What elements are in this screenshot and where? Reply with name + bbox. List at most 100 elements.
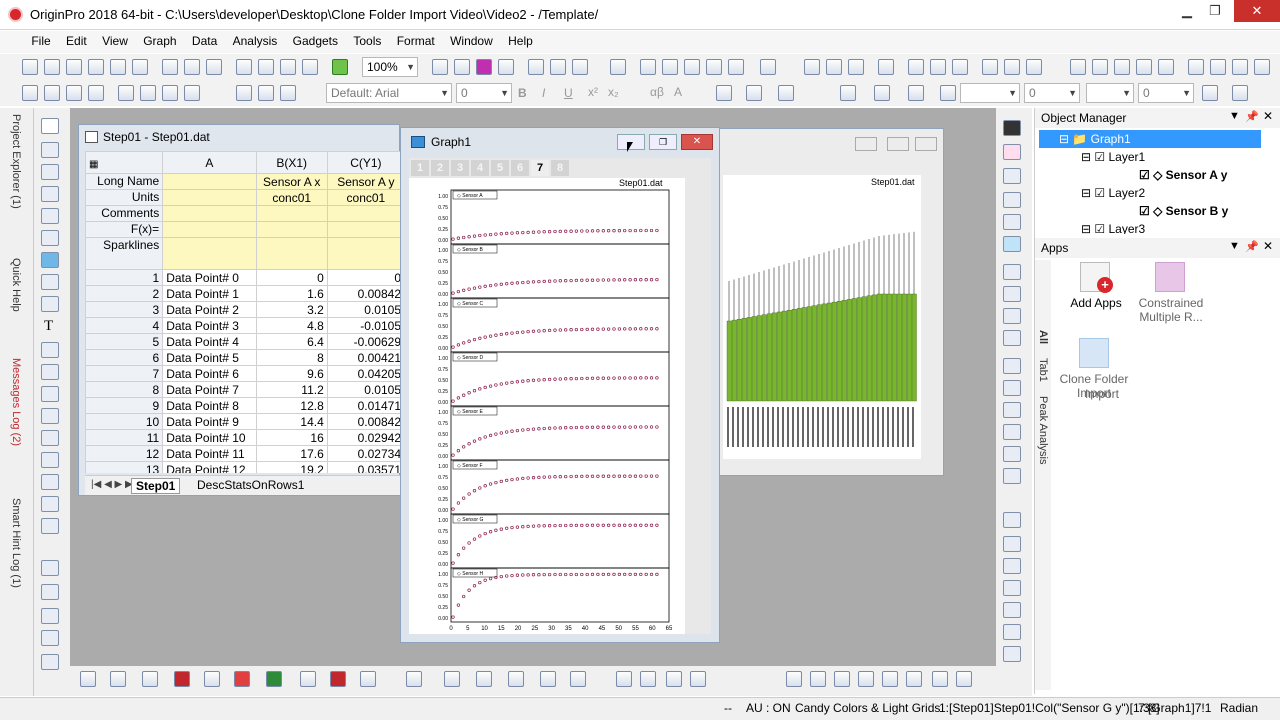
waterfall-icon[interactable] (508, 671, 524, 687)
refresh-icon[interactable] (332, 59, 348, 75)
data-reader-icon[interactable] (41, 208, 59, 224)
panel-icon-2[interactable] (1003, 536, 1021, 552)
tab-project-explorer[interactable]: Project Explorer (1) (10, 114, 22, 209)
object-tree-item[interactable]: ⊟ 📁 Graph1 (1039, 130, 1261, 148)
draw-data-icon[interactable] (41, 274, 59, 290)
new-worksheet-icon[interactable] (44, 59, 60, 75)
meta-cell-a[interactable] (162, 205, 257, 222)
meta-cell-a[interactable] (162, 189, 257, 206)
object-tree-item[interactable]: ⊟ ☑ Layer1 (1039, 148, 1261, 166)
delete-x-icon[interactable] (1070, 59, 1086, 75)
row-number[interactable]: 8 (85, 381, 164, 398)
go-end-icon[interactable] (1254, 59, 1270, 75)
set-y-icon[interactable] (1092, 59, 1108, 75)
graph1-close-button[interactable]: ✕ (681, 134, 713, 150)
axis-break-icon[interactable] (1003, 358, 1021, 374)
layer-contents-icon[interactable] (1003, 120, 1021, 136)
import-csv-icon[interactable] (140, 85, 156, 101)
cell-c[interactable]: 0.00421 (326, 349, 401, 366)
cell-b[interactable]: 4.8 (255, 317, 328, 334)
apps-tab-peak-analysis[interactable]: Peak Analysis (1037, 396, 1049, 464)
paste-icon[interactable] (280, 85, 296, 101)
bold-button[interactable]: B (518, 86, 527, 100)
cell-b[interactable]: 19.2 (255, 461, 328, 473)
row-number[interactable]: 2 (85, 285, 164, 302)
ternary-icon[interactable] (640, 671, 656, 687)
box-plot-icon[interactable] (330, 671, 346, 687)
italic-button[interactable]: I (542, 86, 545, 100)
meta-cell-c[interactable] (326, 205, 401, 222)
cell-c[interactable]: 0.00842 (326, 285, 401, 302)
extract-icon[interactable] (41, 654, 59, 670)
image-tool-icon[interactable] (41, 452, 59, 468)
row-number[interactable]: 1 (85, 269, 164, 286)
cell-b[interactable]: 3.2 (255, 301, 328, 318)
settings-icon[interactable] (728, 59, 744, 75)
sheet-tab-step01[interactable]: Step01 (131, 478, 181, 494)
layout-8-icon[interactable] (956, 671, 972, 687)
scale-icon[interactable] (1003, 468, 1021, 484)
import-multiple-icon[interactable] (44, 85, 60, 101)
line-style-icon[interactable] (940, 85, 956, 101)
filter-clear-icon[interactable] (1004, 59, 1020, 75)
layer-tab-7[interactable]: 7 (531, 160, 549, 176)
cell-a[interactable]: Data Point# 5 (162, 349, 257, 366)
clone-folder-import-icon[interactable] (1079, 338, 1109, 368)
object-tree-item[interactable]: ☑ ◇ Sensor A y (1039, 166, 1261, 184)
cell-c[interactable]: -0.0105 (326, 317, 401, 334)
maximize-button[interactable]: ❐ (1196, 0, 1234, 22)
3d-surface-icon[interactable] (406, 671, 422, 687)
screen-reader-icon[interactable] (41, 186, 59, 202)
layer-tab-2[interactable]: 2 (431, 160, 449, 176)
cell-a[interactable]: Data Point# 12 (162, 461, 257, 473)
superscript-button[interactable]: x² (588, 85, 598, 99)
cell-b[interactable]: 17.6 (255, 445, 328, 462)
object-tree-item[interactable]: ⊟ ☑ Layer3 (1039, 220, 1261, 234)
area-plot-icon[interactable] (266, 671, 282, 687)
cross-icon[interactable] (41, 608, 59, 624)
menu-edit[interactable]: Edit (60, 31, 93, 51)
3d-scatter-icon[interactable] (476, 671, 492, 687)
apps-tab-tab1[interactable]: Tab1 (1037, 358, 1049, 382)
set-z-icon[interactable] (1114, 59, 1130, 75)
cell-c[interactable]: 0.00842 (326, 413, 401, 430)
menu-format[interactable]: Format (391, 31, 441, 51)
save-icon[interactable] (280, 59, 296, 75)
pie-plot-icon[interactable] (300, 671, 316, 687)
matrix-plot-icon[interactable] (540, 671, 556, 687)
menu-window[interactable]: Window (444, 31, 499, 51)
layer-tab-1[interactable]: 1 (411, 160, 429, 176)
meta-cell-a[interactable] (162, 221, 257, 238)
border-icon[interactable] (746, 85, 762, 101)
greek-button[interactable]: αβ (650, 85, 664, 99)
zoom-in-icon[interactable] (640, 59, 656, 75)
layout-grid-icon[interactable] (1202, 85, 1218, 101)
bar-plot-icon[interactable] (234, 671, 250, 687)
meta-cell-b[interactable] (255, 221, 328, 238)
set-column-icon[interactable] (760, 59, 776, 75)
import-template-icon[interactable] (162, 85, 178, 101)
cell-a[interactable]: Data Point# 7 (162, 381, 257, 398)
menu-data[interactable]: Data (186, 31, 223, 51)
cell-c[interactable]: 0.0105 (326, 381, 401, 398)
line-style-select[interactable]: ▼ (960, 83, 1020, 103)
cell-c[interactable]: 0.0105 (326, 301, 401, 318)
object-manager-close-icon[interactable]: ✕ (1263, 109, 1273, 123)
print-icon[interactable] (432, 59, 448, 75)
graph1-window[interactable]: Graph1 ❐ ✕ 12345678 Step01.dat ◇ Sensor … (400, 127, 720, 643)
apps-tab-all[interactable]: All (1037, 330, 1049, 344)
insert-graph-icon[interactable] (41, 474, 59, 490)
tree-toggle-icon[interactable]: ⊟ ☑ (1081, 222, 1108, 234)
add-apps-item[interactable]: + (1071, 262, 1119, 293)
add-axis-icon[interactable] (1003, 144, 1021, 160)
object-tree-item[interactable]: ⊟ ☑ Layer2 (1039, 184, 1261, 202)
close-button[interactable]: ✕ (1234, 0, 1280, 22)
line-symbol-plot-icon[interactable] (142, 671, 158, 687)
meta-cell-b[interactable] (255, 205, 328, 222)
cell-b[interactable]: 6.4 (255, 333, 328, 350)
constrained-multiple-regression-icon[interactable] (1155, 262, 1185, 292)
apps-pin-icon[interactable]: 📌 (1245, 240, 1259, 253)
new-notes-icon[interactable] (184, 59, 200, 75)
object-tree-item[interactable]: ☑ ◇ Sensor B y (1039, 202, 1261, 220)
row-number[interactable]: 9 (85, 397, 164, 414)
